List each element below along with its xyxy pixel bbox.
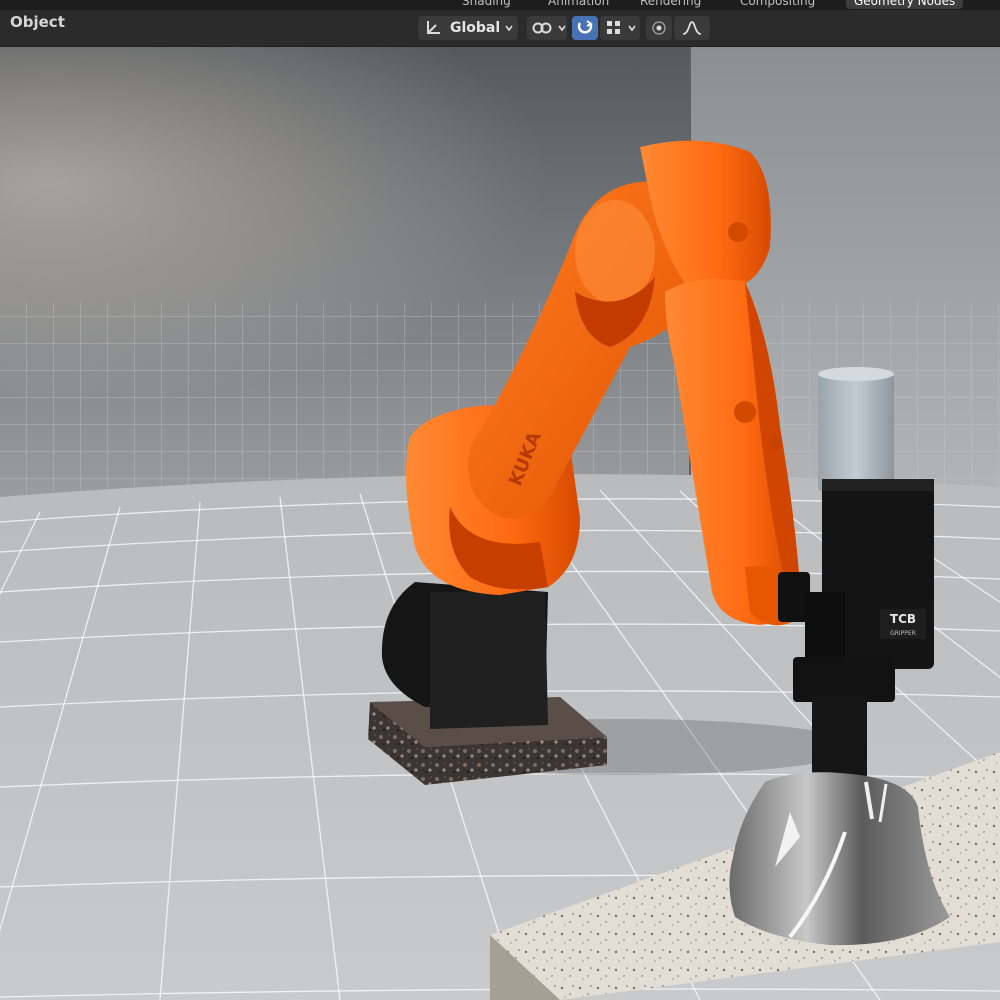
chevron-down-icon [557,23,567,33]
tab-geometry-nodes[interactable]: Geometry Nodes [846,0,964,9]
grid-snap-icon [605,19,623,37]
chevron-down-icon [627,23,637,33]
chevron-down-icon [504,23,514,33]
snap-toggle-button[interactable] [572,16,598,40]
viewport-scene: KUKA TCB GRIPPER [0,47,1000,1000]
orientation-axes-icon [424,19,442,37]
object-mode-menu[interactable]: Object [10,13,65,31]
snap-target-dropdown[interactable] [600,16,640,40]
gripper-label-brand: TCB [890,612,916,626]
pivot-point-dropdown[interactable] [527,16,567,40]
proportional-dot-icon [651,20,667,36]
tab-rendering[interactable]: Rendering [640,0,701,9]
falloff-curve-icon [681,20,703,36]
tab-shading[interactable]: Shading [462,0,511,9]
blender-screen: Shading Animation Rendering Compositing … [0,0,1000,1000]
tab-animation[interactable]: Animation [548,0,609,9]
viewport-header: Object Global [0,10,1000,47]
workspace-tabs: Shading Animation Rendering Compositing … [0,0,1000,10]
proportional-editing-button[interactable] [646,16,672,40]
magnet-snap-icon [576,19,594,37]
3d-viewport[interactable]: KUKA TCB GRIPPER [0,47,1000,1000]
orientation-label: Global [450,20,501,36]
transform-orientation-dropdown[interactable]: Global [418,16,518,40]
pivot-link-icon [531,19,553,37]
proportional-falloff-dropdown[interactable] [674,16,710,40]
tab-compositing[interactable]: Compositing [740,0,815,9]
gripper-label-type: GRIPPER [890,630,916,637]
